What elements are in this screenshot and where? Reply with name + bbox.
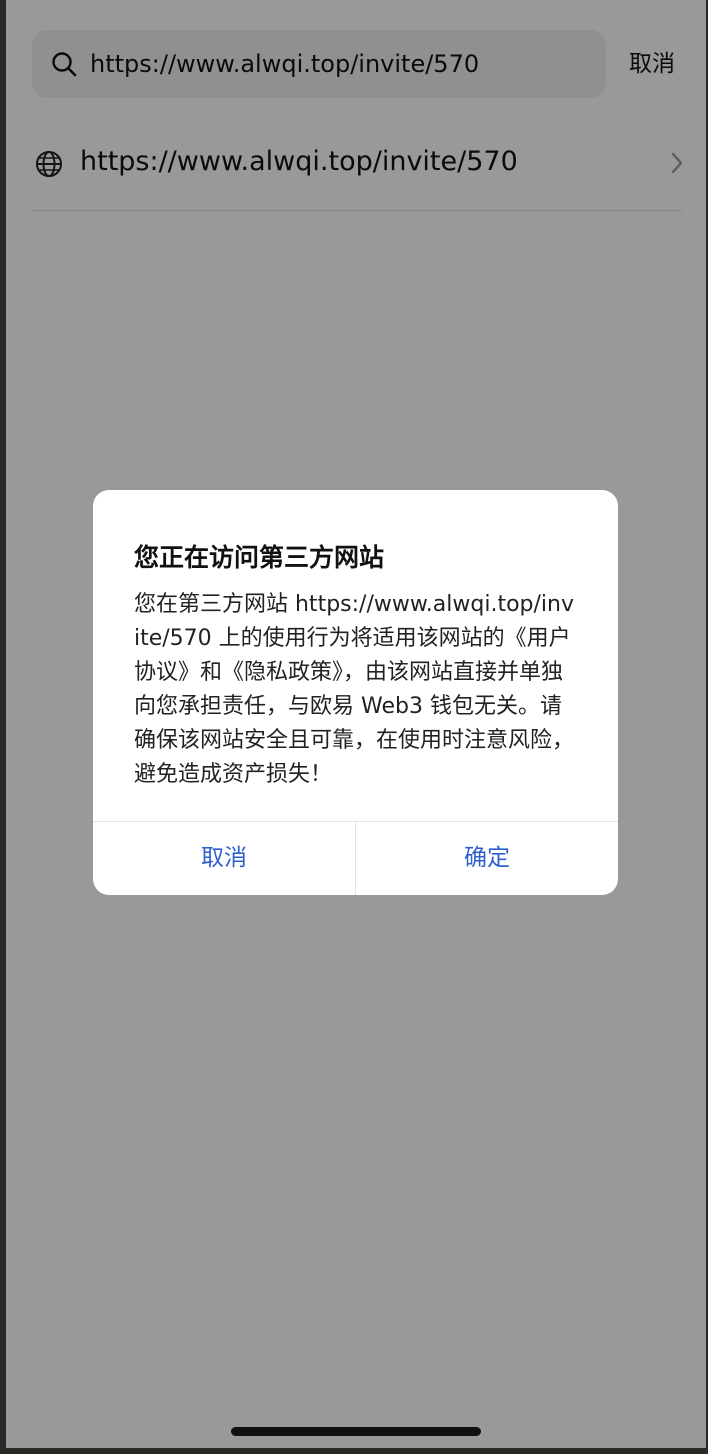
- dialog-actions: 取消 确定: [93, 821, 618, 895]
- app-screen: https://www.alwqi.top/invite/570 取消 http…: [6, 0, 706, 1448]
- dialog-message: 您在第三方网站 https://www.alwqi.top/invite/570…: [134, 592, 575, 787]
- home-indicator[interactable]: [231, 1427, 481, 1436]
- third-party-site-dialog: 您正在访问第三方网站 您在第三方网站 https://www.alwqi.top…: [93, 490, 618, 895]
- dialog-title: 您正在访问第三方网站: [134, 543, 385, 572]
- dialog-cancel-button[interactable]: 取消: [93, 822, 355, 895]
- dialog-confirm-button[interactable]: 确定: [356, 822, 618, 895]
- device-frame: https://www.alwqi.top/invite/570 取消 http…: [0, 0, 708, 1454]
